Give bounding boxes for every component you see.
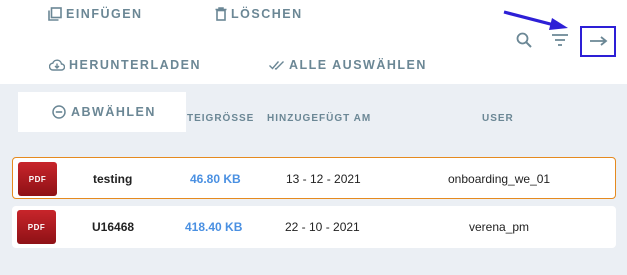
- deselect-button[interactable]: ABWÄHLEN: [18, 92, 186, 132]
- table-row[interactable]: PDF U16468 418.40 KB 22 - 10 - 2021 vere…: [12, 206, 616, 248]
- file-user: verena_pm: [469, 220, 530, 234]
- file-list-area: ABWÄHLEN TEIGRÖSSE HINZUGEFÜGT AM USER P…: [0, 84, 627, 275]
- toolbar: EINFÜGEN LÖSCHEN HERUNTERLADEN ALLE AUSW…: [0, 0, 627, 84]
- copy-icon: [48, 7, 62, 21]
- download-label: HERUNTERLADEN: [69, 58, 201, 72]
- file-user: onboarding_we_01: [448, 172, 551, 186]
- table-row[interactable]: PDF testing 46.80 KB 13 - 12 - 2021 onbo…: [12, 157, 616, 199]
- column-header-user[interactable]: USER: [482, 113, 514, 124]
- trash-icon: [215, 7, 227, 21]
- delete-label: LÖSCHEN: [231, 7, 303, 21]
- pdf-file-icon: PDF: [18, 162, 57, 196]
- expand-button[interactable]: [580, 26, 616, 57]
- file-name: U16468: [92, 220, 135, 234]
- arrow-right-icon: [590, 36, 608, 46]
- file-date: 13 - 12 - 2021: [286, 172, 361, 186]
- column-header-date[interactable]: HINZUGEFÜGT AM: [267, 113, 371, 124]
- paste-label: EINFÜGEN: [66, 7, 143, 21]
- cloud-download-icon: [49, 59, 65, 71]
- file-name: testing: [93, 172, 133, 186]
- annotation-arrow-icon: [503, 10, 568, 30]
- column-header-size[interactable]: TEIGRÖSSE: [187, 113, 254, 124]
- file-date: 22 - 10 - 2021: [285, 220, 360, 234]
- delete-button[interactable]: LÖSCHEN: [215, 7, 303, 21]
- select-all-button[interactable]: ALLE AUSWÄHLEN: [269, 58, 427, 72]
- filter-icon[interactable]: [551, 33, 569, 47]
- file-size: 46.80 KB: [190, 172, 241, 186]
- deselect-label: ABWÄHLEN: [71, 105, 156, 119]
- select-all-label: ALLE AUSWÄHLEN: [289, 58, 427, 72]
- search-icon[interactable]: [516, 32, 532, 48]
- pdf-file-icon: PDF: [17, 210, 56, 244]
- paste-button[interactable]: EINFÜGEN: [48, 7, 143, 21]
- minus-circle-icon: [52, 105, 66, 119]
- file-size: 418.40 KB: [185, 220, 243, 234]
- double-check-icon: [269, 61, 284, 70]
- download-button[interactable]: HERUNTERLADEN: [49, 58, 201, 72]
